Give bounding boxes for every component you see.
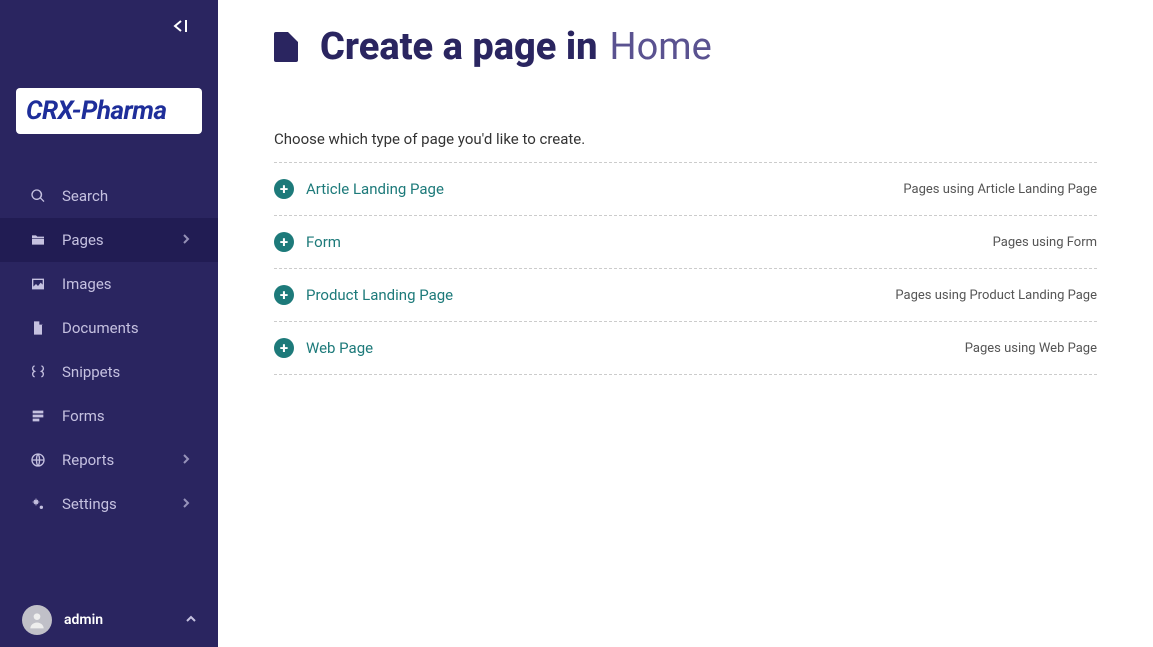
image-icon	[28, 276, 48, 292]
avatar	[22, 605, 52, 635]
globe-icon	[28, 452, 48, 468]
add-icon[interactable]: +	[274, 179, 294, 199]
page-title: Create a page in Home	[274, 28, 1097, 66]
page-subtitle: Choose which type of page you'd like to …	[274, 130, 1097, 148]
sidebar-item-label: Reports	[62, 451, 114, 469]
chevron-up-icon	[186, 614, 196, 627]
sidebar-item-images[interactable]: Images	[0, 262, 218, 306]
search-icon	[28, 188, 48, 204]
page-type-list: + Article Landing Page Pages using Article…	[274, 162, 1097, 375]
sidebar-item-label: Images	[62, 275, 112, 293]
sidebar-item-label: Search	[62, 187, 108, 205]
logo[interactable]: CRX-Pharma	[16, 88, 202, 134]
sidebar-item-label: Documents	[62, 319, 139, 337]
chevron-right-icon	[182, 454, 190, 467]
page-type-link[interactable]: Form	[306, 233, 341, 251]
folder-icon	[28, 232, 48, 248]
nav-list: Search Pages Images Documents Snippets Forms R…	[0, 174, 218, 593]
add-icon[interactable]: +	[274, 338, 294, 358]
user-menu[interactable]: admin	[0, 593, 218, 647]
sidebar-item-label: Pages	[62, 231, 104, 249]
file-icon	[28, 320, 48, 336]
page-type-link[interactable]: Article Landing Page	[306, 180, 444, 198]
page-type-link[interactable]: Product Landing Page	[306, 286, 453, 304]
sidebar-item-label: Settings	[62, 495, 117, 513]
chevron-right-icon	[182, 234, 190, 247]
page-type-row: + Form Pages using Form	[274, 216, 1097, 269]
sidebar-item-label: Forms	[62, 407, 105, 425]
page-type-usage-link[interactable]: Pages using Form	[993, 235, 1097, 250]
sidebar-item-settings[interactable]: Settings	[0, 482, 218, 526]
sidebar-item-forms[interactable]: Forms	[0, 394, 218, 438]
sidebar-item-label: Snippets	[62, 363, 120, 381]
main-content: Create a page in Home Choose which type …	[218, 0, 1153, 647]
page-type-row: + Web Page Pages using Web Page	[274, 322, 1097, 375]
page-type-usage-link[interactable]: Pages using Web Page	[965, 341, 1097, 356]
page-type-row: + Product Landing Page Pages using Product…	[274, 269, 1097, 322]
form-icon	[28, 408, 48, 424]
collapse-icon	[172, 19, 190, 33]
sidebar-item-snippets[interactable]: Snippets	[0, 350, 218, 394]
sidebar-item-documents[interactable]: Documents	[0, 306, 218, 350]
cogs-icon	[28, 496, 48, 512]
snippets-icon	[28, 364, 48, 380]
page-type-usage-link[interactable]: Pages using Article Landing Page	[903, 182, 1097, 197]
title-prefix: Create a page in	[320, 28, 598, 66]
sidebar-item-pages[interactable]: Pages	[0, 218, 218, 262]
page-type-link[interactable]: Web Page	[306, 339, 373, 357]
sidebar-item-reports[interactable]: Reports	[0, 438, 218, 482]
user-name: admin	[64, 612, 103, 628]
page-type-usage-link[interactable]: Pages using Product Landing Page	[895, 288, 1097, 303]
sidebar-item-search[interactable]: Search	[0, 174, 218, 218]
sidebar: CRX-Pharma Search Pages Images Documents Sni…	[0, 0, 218, 647]
parent-page-name: Home	[610, 28, 712, 66]
collapse-sidebar-button[interactable]	[172, 18, 190, 37]
add-icon[interactable]: +	[274, 285, 294, 305]
add-icon[interactable]: +	[274, 232, 294, 252]
chevron-right-icon	[182, 498, 190, 511]
document-icon	[274, 32, 298, 62]
page-type-row: + Article Landing Page Pages using Article…	[274, 163, 1097, 216]
